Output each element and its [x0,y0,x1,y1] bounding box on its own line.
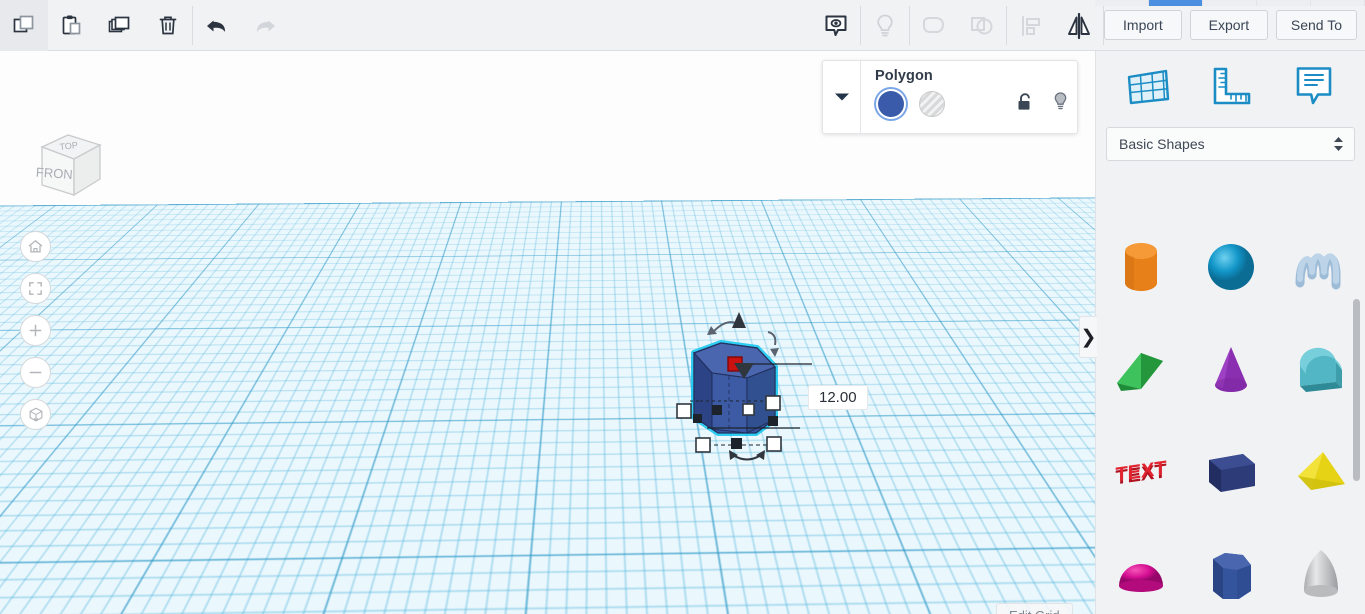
redo-arrow-icon [256,20,275,32]
right-side-panel: Basic Shapes TEXT TEXT [1095,51,1365,614]
trash-icon [159,15,177,34]
properties-icon-row [1016,91,1069,112]
shape-grid-scrollbar[interactable] [1353,299,1360,481]
align-button[interactable] [1007,0,1055,51]
resize-handle-bottom-right[interactable] [766,436,782,452]
shape-tube-half[interactable] [1276,319,1365,421]
resize-handle-bottom-left[interactable] [695,437,711,453]
selected-shape-layer: 12.00 [0,51,1095,614]
ungroup-button[interactable] [958,0,1006,51]
import-button[interactable]: Import [1103,10,1182,40]
note-tool[interactable] [1283,56,1345,116]
paste-button[interactable] [48,0,96,51]
show-all-button[interactable] [861,0,909,51]
ruler-tool[interactable] [1200,56,1262,116]
shape-scribble[interactable] [1276,217,1365,319]
panel-tab-0[interactable] [1095,0,1149,6]
copy-button[interactable] [0,0,48,51]
side-handle-bottom[interactable] [731,438,742,449]
tinkercad-editor: Import Export Send To TOP FRONT 12.00 Po… [0,0,1365,614]
lightbulb-icon[interactable] [1052,91,1069,112]
shape-pyramid[interactable] [1276,421,1365,523]
lightbulb-icon [877,14,893,36]
unlock-icon[interactable] [1016,92,1034,112]
duplicate-button[interactable] [96,0,144,51]
delete-button[interactable] [144,0,192,51]
copy-icon [13,15,34,32]
resize-handle-right[interactable] [765,395,781,411]
rotate-handle-side[interactable] [767,331,779,357]
shape-cone[interactable] [1186,319,1276,421]
panel-tool-row [1096,51,1365,121]
side-handle-left[interactable] [693,414,702,423]
send-to-button[interactable]: Send To [1275,10,1357,40]
shape-grid-inner: TEXT TEXT [1096,217,1365,614]
top-toolbar: Import Export Send To [0,0,1365,51]
shape-text[interactable]: TEXT TEXT [1096,421,1186,523]
shape-library-select[interactable]: Basic Shapes [1106,127,1355,161]
edit-grid-button[interactable]: Edit Grid [996,603,1073,614]
ungroup-shapes-icon [970,16,993,34]
radius-handle[interactable] [742,403,755,416]
rotate-handle-bottom[interactable] [729,450,765,461]
side-handle-right[interactable] [768,416,778,426]
note-visibility-group [812,0,909,51]
workplane-tool[interactable] [1117,56,1179,116]
group-button-group [910,0,1006,51]
hole-swatch[interactable] [919,91,945,117]
shape-polygon[interactable] [1186,523,1276,614]
paste-icon [62,15,81,34]
properties-collapse-button[interactable] [823,61,861,133]
shape-dome[interactable] [1096,523,1186,614]
panel-tab-2[interactable] [1203,0,1257,6]
shape-library-select-wrap: Basic Shapes [1096,121,1365,169]
properties-body: Polygon [861,61,1077,133]
undo-button[interactable] [193,0,241,51]
dimension-value-field[interactable]: 12.00 [808,385,868,410]
export-button[interactable]: Export [1189,10,1268,40]
note-icon [1296,67,1331,105]
shape-library-grid[interactable]: TEXT TEXT [1096,217,1365,614]
mirror-button[interactable] [1055,0,1103,51]
chevron-down-icon [834,93,849,101]
shape-wedge[interactable] [1096,319,1186,421]
shape-properties-panel: Polygon [822,60,1078,134]
undo-arrow-icon [207,20,226,32]
stepper-arrows-icon [1333,136,1344,152]
panel-tab-strip [1095,0,1365,6]
file-actions-group: Import Export Send To [1103,0,1365,50]
panel-collapse-toggle[interactable]: ❯ [1079,316,1097,358]
mirror-icon [1067,12,1090,39]
panel-tab-1-active[interactable] [1149,0,1203,6]
shape-cylinder[interactable] [1096,217,1186,319]
show-hide-note-button[interactable] [812,0,860,51]
workplane-grid-icon [1127,69,1169,105]
group-shapes-icon [922,16,944,33]
ruler-icon [1213,67,1250,105]
duplicate-icon [108,16,130,32]
align-icon [1021,15,1040,36]
shape-library-value: Basic Shapes [1119,136,1205,152]
group-button[interactable] [910,0,958,51]
resize-handle-left[interactable] [676,403,692,419]
note-eye-icon [825,15,847,36]
redo-button[interactable] [241,0,289,51]
shape-sphere[interactable] [1186,217,1276,319]
clipboard-button-group [0,0,192,51]
panel-tab-3[interactable] [1257,0,1311,6]
shape-paraboloid[interactable] [1276,523,1365,614]
arrange-button-group [1007,0,1103,51]
shape-box[interactable] [1186,421,1276,523]
rotate-handle-top[interactable] [707,312,746,335]
shape-name-title: Polygon [875,68,933,84]
panel-tab-4[interactable] [1311,0,1365,6]
solid-color-swatch[interactable] [878,91,904,117]
center-handle[interactable] [712,405,722,415]
3d-viewport[interactable]: TOP FRONT 12.00 [0,51,1095,614]
history-button-group [193,0,289,51]
